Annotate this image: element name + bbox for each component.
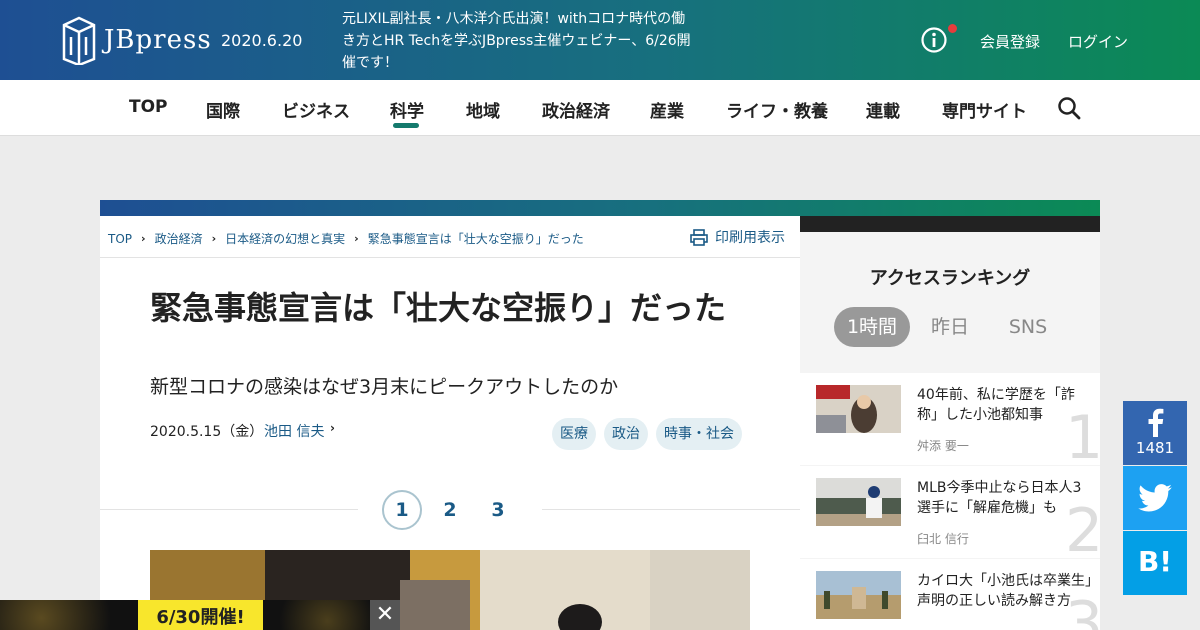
breadcrumb-divider bbox=[100, 257, 800, 258]
breadcrumb-series[interactable]: 日本経済の幻想と真実 bbox=[225, 230, 345, 247]
tag-current-affairs[interactable]: 時事・社会 bbox=[656, 418, 742, 450]
ad-headline: 6/30開催! bbox=[138, 600, 263, 630]
ranking-item-author: 舛添 要一 bbox=[917, 439, 969, 453]
ranking-number: 2 bbox=[1065, 496, 1100, 558]
ranking-thumbnail bbox=[816, 571, 901, 619]
facebook-share-count: 1481 bbox=[1135, 439, 1175, 457]
nav-item-region[interactable]: 地域 bbox=[466, 97, 500, 122]
breadcrumb-top[interactable]: TOP bbox=[108, 232, 132, 246]
notification-dot bbox=[948, 24, 957, 33]
header-date: 2020.6.20 bbox=[221, 31, 303, 50]
tab-sns[interactable]: SNS bbox=[998, 307, 1058, 347]
article-subtitle: 新型コロナの感染はなぜ3月末にピークアウトしたのか bbox=[150, 376, 619, 398]
printer-icon bbox=[690, 228, 708, 246]
jbpress-logo-icon bbox=[62, 16, 96, 65]
article-title: 緊急事態宣言は「壮大な空振り」だった bbox=[150, 289, 727, 327]
nav-item-top[interactable]: TOP bbox=[129, 97, 168, 117]
print-button[interactable]: 印刷用表示 bbox=[690, 227, 785, 247]
breadcrumb-current[interactable]: 緊急事態宣言は「壮大な空振り」だった bbox=[368, 230, 584, 247]
ad-banner[interactable]: 6/30開催! ✕ bbox=[0, 600, 400, 630]
nav-item-industry[interactable]: 産業 bbox=[650, 97, 684, 122]
main-nav: TOP 国際 ビジネス 科学 地域 政治経済 産業 ライフ・教養 連載 専門サイ… bbox=[0, 80, 1200, 136]
facebook-share-button[interactable]: 1481 bbox=[1123, 401, 1187, 465]
sidebar-top-band bbox=[800, 216, 1100, 232]
ranking-item[interactable]: カイロ大「小池氏は卒業生」声明の正しい読み解き方 3 bbox=[800, 559, 1100, 630]
login-link[interactable]: ログイン bbox=[1068, 31, 1128, 52]
header-news-link[interactable]: 元LIXIL副社長・八木洋介氏出演！withコロナ時代の働き方とHR Techを… bbox=[342, 8, 692, 74]
nav-item-science[interactable]: 科学 bbox=[390, 97, 424, 122]
logo-text: JBpress bbox=[104, 25, 212, 55]
ranking-number: 1 bbox=[1065, 403, 1100, 465]
print-label: 印刷用表示 bbox=[715, 230, 785, 246]
page-2-button[interactable]: 2 bbox=[430, 490, 470, 530]
chevron-right-icon: › bbox=[354, 232, 359, 245]
hatena-bookmark-icon: B! bbox=[1137, 545, 1173, 578]
ranking-item-author: 臼北 信行 bbox=[917, 532, 969, 546]
search-icon[interactable] bbox=[1057, 96, 1081, 120]
site-header: JBpress 2020.6.20 元LIXIL副社長・八木洋介氏出演！with… bbox=[0, 0, 1200, 80]
article-date: 2020.5.15（金） bbox=[150, 424, 264, 440]
twitter-icon bbox=[1138, 484, 1172, 512]
chevron-right-icon: › bbox=[330, 421, 335, 435]
chevron-right-icon: › bbox=[141, 232, 146, 245]
ranking-number: 3 bbox=[1065, 589, 1100, 630]
register-link[interactable]: 会員登録 bbox=[980, 31, 1040, 52]
tag-medical[interactable]: 医療 bbox=[552, 418, 596, 450]
nav-item-series[interactable]: 連載 bbox=[866, 97, 900, 122]
twitter-share-button[interactable] bbox=[1123, 466, 1187, 530]
info-icon[interactable] bbox=[921, 27, 947, 53]
site-logo[interactable]: JBpress bbox=[60, 15, 212, 65]
page-1-button[interactable]: 1 bbox=[382, 490, 422, 530]
chevron-right-icon: › bbox=[211, 232, 217, 245]
ad-close-button[interactable]: ✕ bbox=[370, 600, 400, 630]
facebook-icon bbox=[1148, 408, 1164, 437]
nav-item-international[interactable]: 国際 bbox=[206, 97, 240, 122]
nav-item-politics-economy[interactable]: 政治経済 bbox=[542, 97, 610, 122]
ad-background-image bbox=[263, 600, 370, 630]
tab-yesterday[interactable]: 昨日 bbox=[920, 307, 980, 347]
ranking-thumbnail bbox=[816, 385, 901, 433]
page-3-button[interactable]: 3 bbox=[478, 490, 518, 530]
nav-item-special-sites[interactable]: 専門サイト bbox=[942, 97, 1027, 122]
nav-item-business[interactable]: ビジネス bbox=[282, 97, 350, 122]
ranking-sidebar: アクセスランキング 1時間 昨日 SNS 40年前、私に学歴を「詐称」した小池都… bbox=[800, 232, 1100, 630]
ranking-title: アクセスランキング bbox=[869, 268, 1031, 289]
ranking-thumbnail bbox=[816, 478, 901, 526]
breadcrumb: TOP › 政治経済 › 日本経済の幻想と真実 › 緊急事態宣言は「壮大な空振り… bbox=[108, 230, 584, 247]
article-panel: TOP › 政治経済 › 日本経済の幻想と真実 › 緊急事態宣言は「壮大な空振り… bbox=[100, 216, 800, 630]
tag-politics[interactable]: 政治 bbox=[604, 418, 648, 450]
ranking-item[interactable]: MLB今季中止なら日本人3選手に「解雇危機」も 臼北 信行 2 bbox=[800, 466, 1100, 558]
content-top-band bbox=[100, 200, 1100, 216]
breadcrumb-politics-economy[interactable]: 政治経済 bbox=[155, 230, 203, 247]
nav-item-life-culture[interactable]: ライフ・教養 bbox=[726, 97, 828, 122]
nav-active-indicator bbox=[393, 123, 419, 128]
tab-1-hour[interactable]: 1時間 bbox=[834, 307, 910, 347]
ad-background-image bbox=[0, 600, 138, 630]
author-link[interactable]: 池田 信夫 bbox=[264, 421, 324, 441]
ranking-item[interactable]: 40年前、私に学歴を「詐称」した小池都知事 舛添 要一 1 bbox=[800, 373, 1100, 465]
hatena-bookmark-button[interactable]: B! bbox=[1123, 531, 1187, 595]
